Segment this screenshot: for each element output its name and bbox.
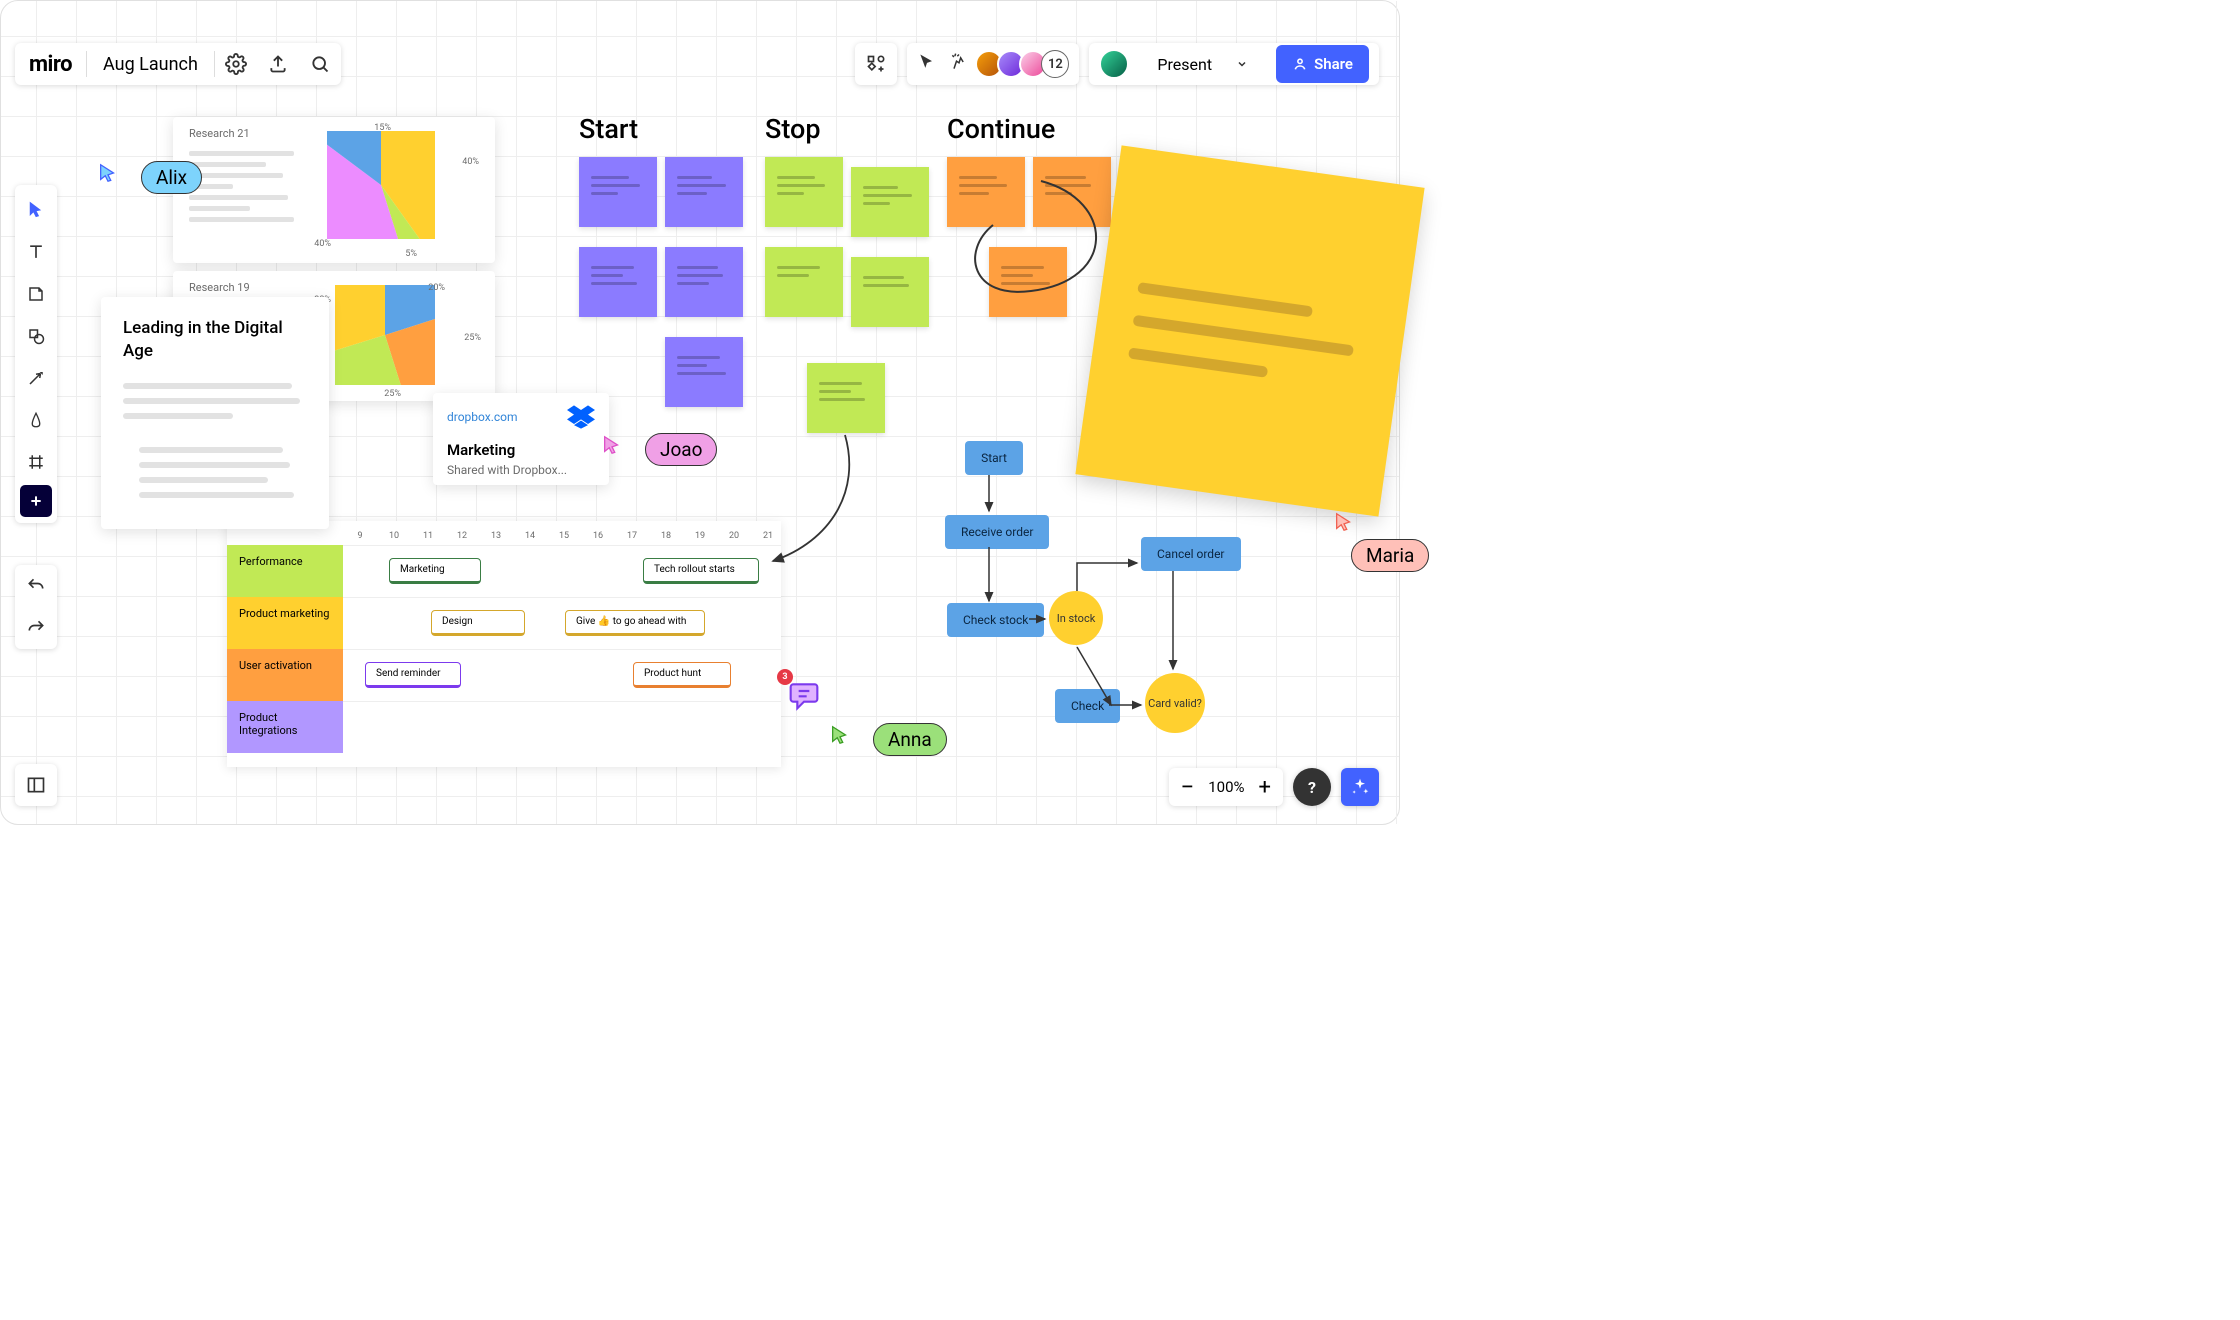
collaborator-avatars[interactable]: 12 [981,50,1069,78]
gantt-row: Product Integrations [227,701,781,753]
undo-button[interactable] [15,565,57,607]
gantt-task[interactable]: Design [431,610,525,636]
user-cursor-anna: Anna [829,721,947,756]
chart-card-a[interactable]: Research 21 15% 40% 5% 40% [173,117,495,263]
arrow-tool[interactable] [15,357,57,399]
export-icon[interactable] [257,43,299,85]
present-button[interactable]: Present [1141,55,1264,74]
select-tool[interactable] [15,189,57,231]
ai-button[interactable] [1341,768,1379,806]
apps-button[interactable] [855,43,897,85]
reactions-icon[interactable] [949,52,969,76]
board-title[interactable]: Aug Launch [87,54,214,75]
user-cursor-joao: Joao [601,431,717,466]
sticky-note[interactable] [665,247,743,317]
text-tool[interactable] [15,231,57,273]
heading-stop: Stop [765,113,821,145]
gantt-row: Product marketing DesignGive 👍 to go ahe… [227,597,781,649]
cursor-tool-icon[interactable] [917,52,937,76]
large-sticky-note[interactable] [1075,145,1424,516]
gantt-task[interactable]: Give 👍 to go ahead with [565,610,705,636]
gantt-task[interactable]: Tech rollout starts [643,558,759,584]
miro-logo[interactable]: miro [15,52,86,77]
sticky-note[interactable] [665,337,743,407]
redo-button[interactable] [15,607,57,649]
gantt-task[interactable]: Send reminder [365,662,461,688]
help-button[interactable]: ? [1293,768,1331,806]
sticky-note[interactable] [579,157,657,227]
gantt-row: User activation Send reminderProduct hun… [227,649,781,701]
settings-icon[interactable] [215,43,257,85]
more-tools[interactable] [20,485,52,517]
sticky-note[interactable] [851,167,929,237]
timeline-table[interactable]: 9101112131415161718192021 Performance Ma… [227,521,781,767]
zoom-out-button[interactable]: − [1181,773,1195,801]
document-card[interactable]: Leading in the Digital Age [101,297,329,529]
dropbox-icon [567,405,595,429]
gantt-task[interactable]: Product hunt [633,662,731,688]
search-icon[interactable] [299,43,341,85]
heading-start: Start [579,113,638,145]
sticky-note[interactable] [765,247,843,317]
user-cursor-maria: Maria [1333,511,1429,572]
zoom-in-button[interactable]: + [1259,775,1271,800]
user-avatar[interactable] [1099,49,1129,79]
pen-tool[interactable] [15,399,57,441]
zoom-level[interactable]: 100% [1208,778,1244,796]
heading-continue: Continue [947,113,1055,145]
share-button[interactable]: Share [1276,45,1369,83]
tool-palette [15,185,57,523]
comment-thread[interactable]: 3 [787,679,821,715]
dropbox-embed[interactable]: dropbox.com Marketing Shared with Dropbo… [433,393,609,485]
sticky-tool[interactable] [15,273,57,315]
shape-tool[interactable] [15,315,57,357]
sticky-note[interactable] [579,247,657,317]
document-title: Leading in the Digital Age [123,317,307,363]
sticky-note[interactable] [851,257,929,327]
gantt-row: Performance MarketingTech rollout starts [227,545,781,597]
frame-tool[interactable] [15,441,57,483]
sticky-note[interactable] [665,157,743,227]
collapse-panel-button[interactable] [15,764,57,806]
gantt-task[interactable]: Marketing [389,558,481,584]
sticky-note[interactable] [765,157,843,227]
user-cursor-alix: Alix [97,159,202,194]
